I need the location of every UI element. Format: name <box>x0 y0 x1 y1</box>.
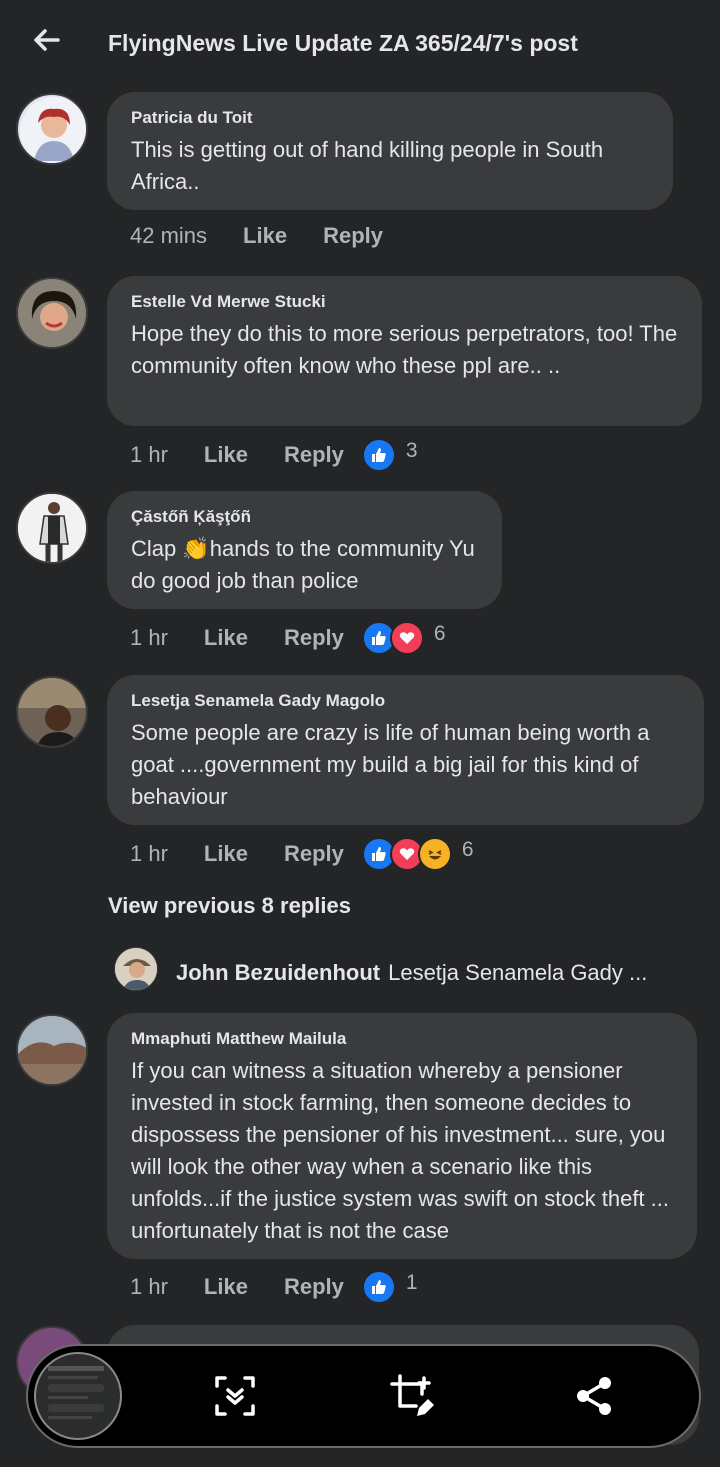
avatar[interactable] <box>16 93 88 165</box>
back-arrow-icon[interactable] <box>30 24 62 56</box>
avatar[interactable] <box>114 947 158 991</box>
comment-actions: 1 hr Like Reply 6 <box>130 837 474 871</box>
comment-time[interactable]: 1 hr <box>130 625 168 651</box>
commenter-name[interactable]: Estelle Vd Merwe Stucki <box>131 292 678 312</box>
comment-text: This is getting out of hand killing peop… <box>131 137 604 194</box>
like-button[interactable]: Like <box>204 1274 248 1300</box>
like-button[interactable]: Like <box>204 841 248 867</box>
page-title: FlyingNews Live Update ZA 365/24/7's pos… <box>108 30 578 56</box>
like-button[interactable]: Like <box>204 625 248 651</box>
reactions[interactable] <box>361 621 424 655</box>
comment-time[interactable]: 1 hr <box>130 841 168 867</box>
like-button[interactable]: Like <box>204 442 248 468</box>
reactions[interactable] <box>361 438 396 472</box>
comment-actions: 1 hr Like Reply 3 <box>130 438 418 472</box>
edit-crop-icon[interactable] <box>390 1374 434 1418</box>
comment-text: Some people are crazy is life of human b… <box>131 720 650 809</box>
reaction-count[interactable]: 3 <box>406 439 418 463</box>
comment-time[interactable]: 1 hr <box>130 1274 168 1300</box>
like-button[interactable]: Like <box>243 223 287 249</box>
commenter-name[interactable]: Mmaphuti Matthew Mailula <box>131 1029 673 1049</box>
comment-text: Clap 👏hands to the community Yu do good … <box>131 536 475 593</box>
reactions[interactable] <box>361 837 452 871</box>
comment-actions: 42 mins Like Reply <box>130 223 401 249</box>
reply-button[interactable]: Reply <box>284 625 344 651</box>
avatar[interactable] <box>16 492 88 564</box>
haha-reaction-icon <box>417 837 452 871</box>
comment-time[interactable]: 42 mins <box>130 223 207 249</box>
avatar[interactable] <box>16 277 88 349</box>
comment-actions: 1 hr Like Reply 1 <box>130 1270 418 1304</box>
reply-author-name[interactable]: John Bezuidenhout <box>176 960 380 985</box>
reply-button[interactable]: Reply <box>284 841 344 867</box>
reply-text: Lesetja Senamela Gady ... <box>388 960 648 985</box>
comment-bubble[interactable]: Patricia du Toit This is getting out of … <box>107 92 673 210</box>
reaction-count[interactable]: 1 <box>406 1271 418 1295</box>
header: FlyingNews Live Update ZA 365/24/7's pos… <box>0 0 720 88</box>
like-reaction-icon <box>361 438 396 472</box>
view-previous-replies-link[interactable]: View previous 8 replies <box>108 893 351 919</box>
comment-actions: 1 hr Like Reply 6 <box>130 621 446 655</box>
commenter-name[interactable]: Çăstőñ Ķăşţőñ <box>131 507 478 527</box>
reply-button[interactable]: Reply <box>284 1274 344 1300</box>
reactions[interactable] <box>361 1270 396 1304</box>
comment-text: Hope they do this to more serious perpet… <box>131 321 678 378</box>
avatar[interactable] <box>16 1014 88 1086</box>
reply-button[interactable]: Reply <box>284 442 344 468</box>
screenshot-thumbnail[interactable] <box>34 1352 122 1440</box>
reply-button[interactable]: Reply <box>323 223 383 249</box>
avatar[interactable] <box>16 676 88 748</box>
reaction-count[interactable]: 6 <box>462 838 474 862</box>
share-icon[interactable] <box>572 1374 616 1418</box>
scroll-capture-icon[interactable] <box>213 1374 257 1418</box>
comment-bubble[interactable]: Mmaphuti Matthew Mailula If you can witn… <box>107 1013 697 1259</box>
comment-bubble[interactable]: Estelle Vd Merwe Stucki Hope they do thi… <box>107 276 702 426</box>
comment-bubble[interactable]: Çăstőñ Ķăşţőñ Clap 👏hands to the communi… <box>107 491 502 609</box>
commenter-name[interactable]: Lesetja Senamela Gady Magolo <box>131 691 680 711</box>
like-reaction-icon <box>361 1270 396 1304</box>
reaction-count[interactable]: 6 <box>434 622 446 646</box>
comment-text: If you can witness a situation whereby a… <box>131 1058 669 1243</box>
reply-preview[interactable]: John Bezuidenhout Lesetja Senamela Gady .… <box>176 960 647 986</box>
clapping-hands-emoji: 👏 <box>182 536 210 561</box>
comment-time[interactable]: 1 hr <box>130 442 168 468</box>
commenter-name[interactable]: Patricia du Toit <box>131 108 649 128</box>
screenshot-toolbar <box>26 1344 701 1448</box>
comment-bubble[interactable]: Lesetja Senamela Gady Magolo Some people… <box>107 675 704 825</box>
love-reaction-icon <box>389 621 424 655</box>
